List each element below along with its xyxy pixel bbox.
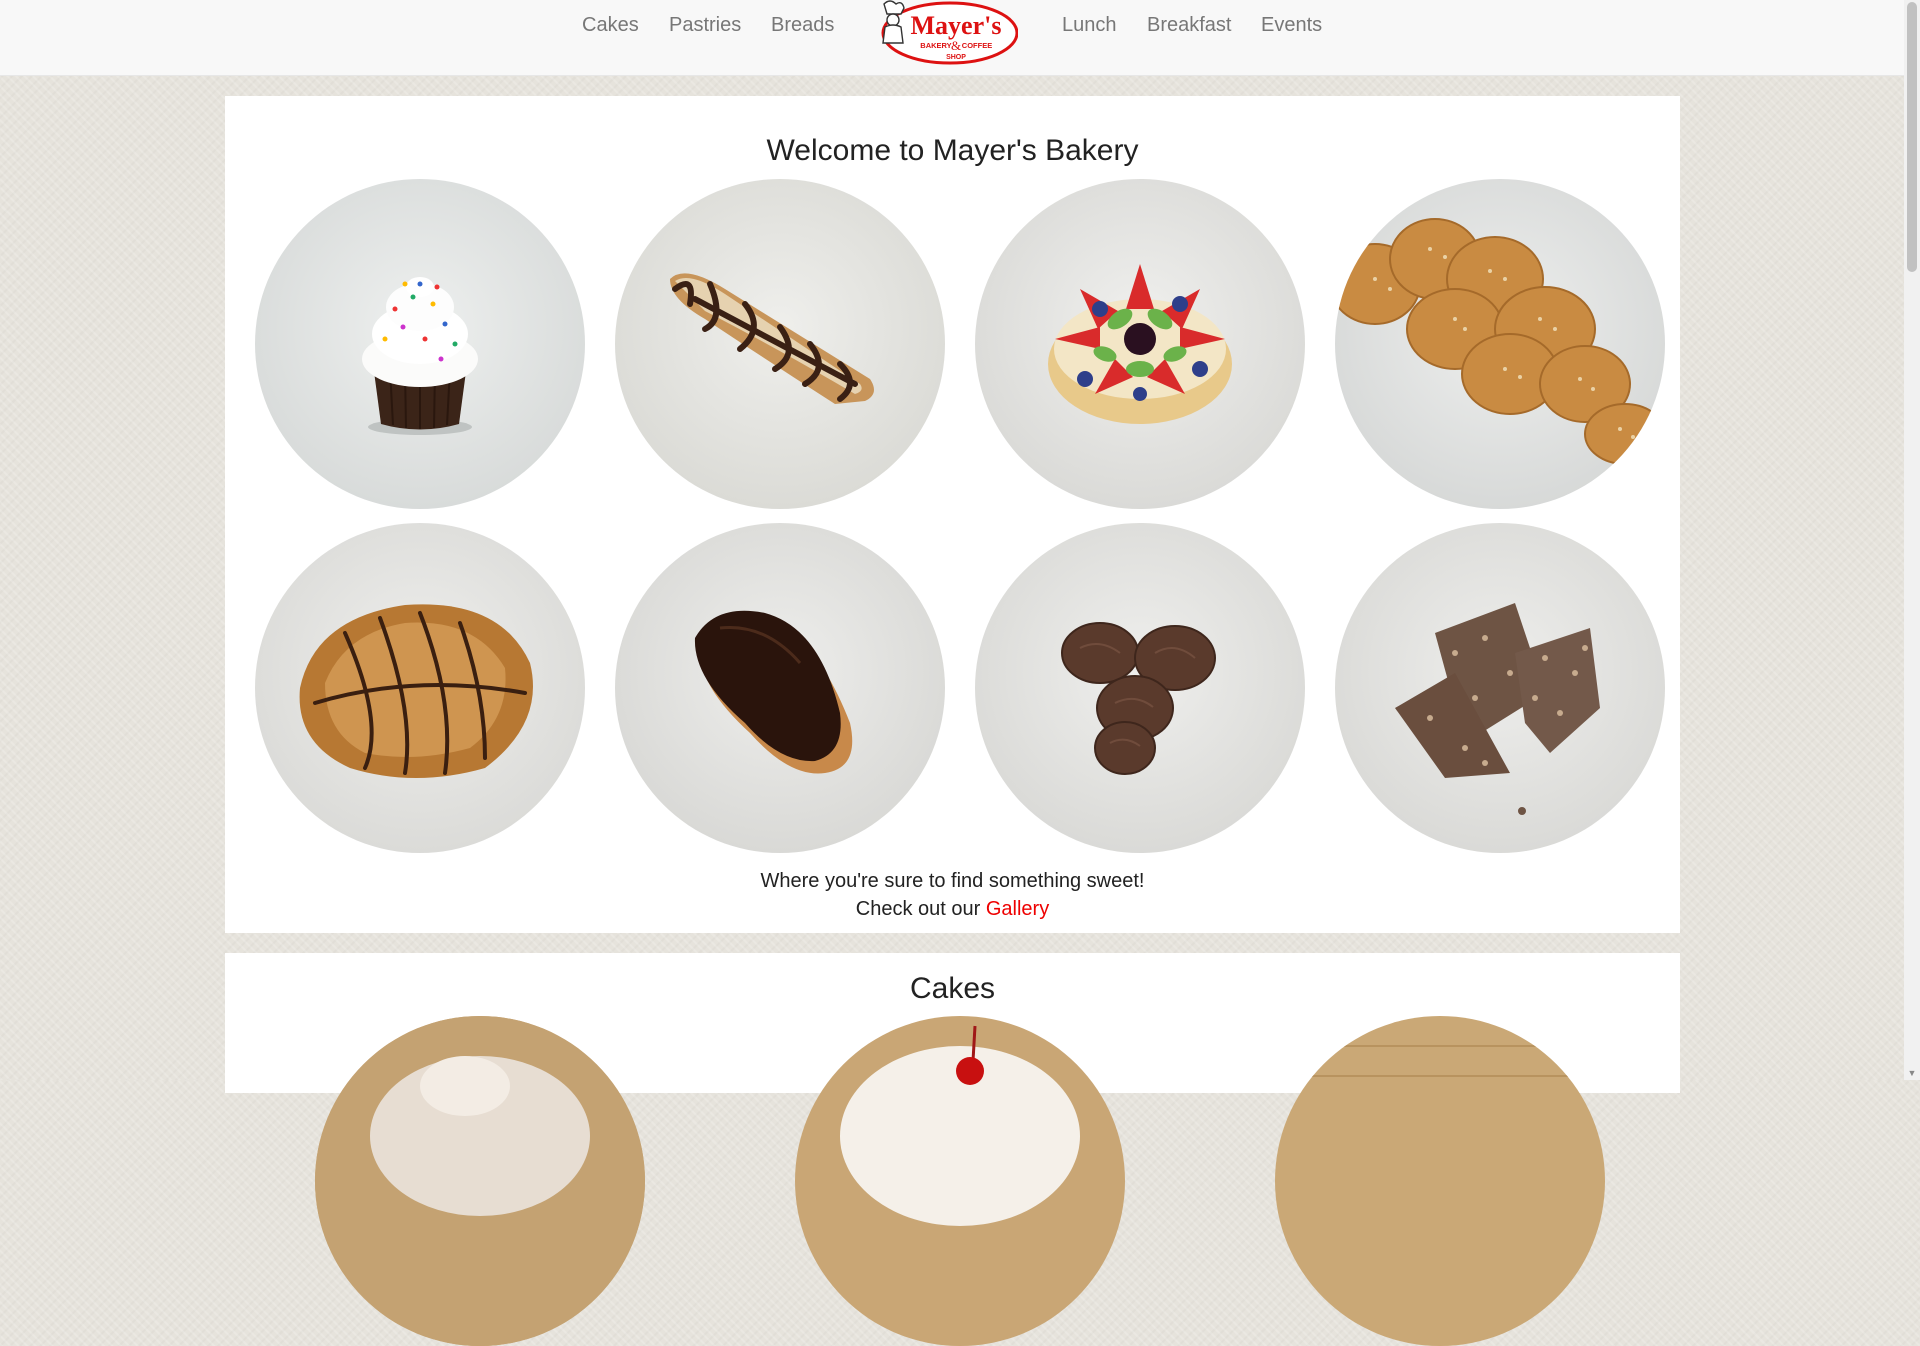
welcome-tagline: Where you're sure to find something swee… bbox=[760, 870, 1145, 892]
nav-link-events[interactable]: Events bbox=[1261, 13, 1322, 37]
cakes-panel: Cakes bbox=[225, 953, 1680, 1346]
welcome-title: Welcome to Mayer's Bakery bbox=[766, 134, 1139, 167]
scrollbar-thumb[interactable] bbox=[1907, 2, 1917, 272]
gallery-link[interactable]: Gallery bbox=[986, 898, 1049, 920]
nav-link-cakes[interactable]: Cakes bbox=[582, 13, 639, 37]
welcome-panel: Welcome to Mayer's Bakery Where you're s… bbox=[225, 96, 1680, 933]
svg-text:COFFEE: COFFEE bbox=[962, 41, 992, 50]
almond-chocolate-pastry-image[interactable] bbox=[615, 179, 945, 509]
nav-link-breads[interactable]: Breads bbox=[771, 13, 834, 37]
top-navbar: Cakes Pastries Breads Mayer's BAKERY & C… bbox=[0, 0, 1904, 76]
nav-link-breakfast[interactable]: Breakfast bbox=[1147, 13, 1231, 37]
nav-link-lunch[interactable]: Lunch bbox=[1062, 13, 1117, 37]
fruit-tart-image[interactable] bbox=[975, 179, 1305, 509]
cupcake-image[interactable] bbox=[255, 179, 585, 509]
chocolate-cookies-image[interactable] bbox=[975, 523, 1305, 853]
scroll-down-arrow-icon[interactable]: ▼ bbox=[1907, 1068, 1917, 1078]
cakes-title: Cakes bbox=[909, 972, 996, 1005]
svg-text:&: & bbox=[951, 38, 961, 53]
cake-image-1[interactable] bbox=[315, 1016, 645, 1346]
chocolate-drizzled-croissant-image[interactable] bbox=[255, 523, 585, 853]
nav-link-pastries[interactable]: Pastries bbox=[669, 13, 741, 37]
gallery-line: Check out our Gallery bbox=[225, 895, 1680, 923]
braided-challah-bread-image[interactable] bbox=[1335, 179, 1665, 509]
cake-image-3[interactable] bbox=[1275, 1016, 1605, 1346]
chocolate-eclair-image[interactable] bbox=[615, 523, 945, 853]
gallery-prefix: Check out our bbox=[855, 898, 986, 920]
toffee-bark-image[interactable] bbox=[1335, 523, 1665, 853]
svg-text:BAKERY: BAKERY bbox=[920, 41, 951, 50]
page-scrollbar[interactable]: ▼ bbox=[1904, 0, 1920, 1080]
svg-text:Mayer's: Mayer's bbox=[911, 11, 1002, 40]
svg-text:SHOP: SHOP bbox=[946, 54, 966, 61]
mayers-logo[interactable]: Mayer's BAKERY & COFFEE SHOP bbox=[878, 0, 1019, 66]
cake-image-2[interactable] bbox=[795, 1016, 1125, 1346]
